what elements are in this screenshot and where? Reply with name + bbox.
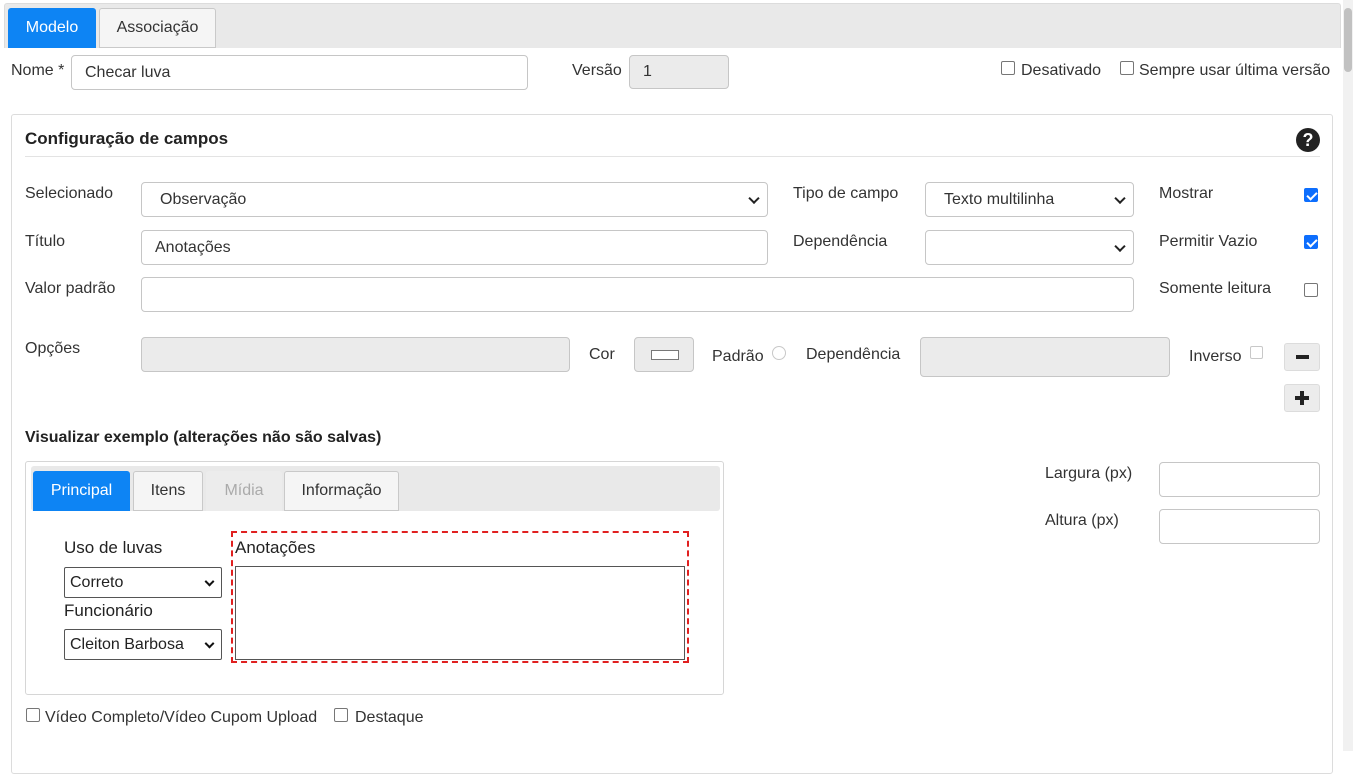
dependencia-select[interactable] [925,230,1134,265]
preview-tab-midia: Mídia [206,471,282,511]
funcionario-label: Funcionário [64,601,153,620]
page-scrollbar[interactable] [1343,0,1353,751]
add-option-button[interactable] [1284,384,1320,412]
video-checkbox[interactable] [26,708,40,722]
video-label: Vídeo Completo/Vídeo Cupom Upload [45,709,318,726]
largura-input[interactable] [1159,462,1320,497]
largura-label: Largura (px) [1045,465,1133,482]
funcionario-value: Cleiton Barbosa [70,635,184,653]
remove-option-button[interactable] [1284,343,1320,371]
tab-associacao[interactable]: Associação [99,8,216,48]
inverso-checkbox[interactable] [1250,346,1263,359]
funcionario-select[interactable]: Cleiton Barbosa [64,629,222,660]
chevron-down-icon [1114,240,1126,252]
opcoes-label: Opções [25,340,81,357]
permitir-vazio-label: Permitir Vazio [1159,233,1258,250]
destaque-label: Destaque [355,709,424,726]
titulo-label: Título [25,233,66,250]
dependencia-opcao-label: Dependência [806,346,901,363]
cor-picker[interactable] [634,337,694,372]
tab-modelo[interactable]: Modelo [8,8,96,48]
padrao-radio[interactable] [772,346,786,360]
valor-padrao-label: Valor padrão [25,280,116,297]
tipo-campo-value: Texto multilinha [944,190,1055,208]
somente-leitura-checkbox[interactable] [1304,283,1318,297]
somente-leitura-label: Somente leitura [1159,280,1272,297]
opcoes-input[interactable] [141,337,570,372]
selecionado-select[interactable]: Observação [141,182,768,217]
chevron-down-icon [204,638,215,649]
uso-luvas-value: Correto [70,573,124,591]
dependencia-label: Dependência [793,233,888,250]
altura-label: Altura (px) [1045,512,1119,529]
desativado-label: Desativado [1021,62,1102,79]
config-divider [25,156,1320,157]
uso-luvas-label: Uso de luvas [64,538,163,557]
sempre-ultima-versao-label: Sempre usar última versão [1139,62,1331,79]
versao-label: Versão [572,62,622,79]
anotacoes-textarea[interactable] [235,566,685,660]
titulo-input[interactable]: Anotações [141,230,768,265]
preview-tab-informacao[interactable]: Informação [284,471,399,511]
padrao-label: Padrão [712,348,764,365]
scrollbar-thumb[interactable] [1344,8,1352,72]
uso-luvas-select[interactable]: Correto [64,567,222,598]
selecionado-value: Observação [160,190,247,208]
altura-input[interactable] [1159,509,1320,544]
preview-tab-itens[interactable]: Itens [133,471,203,511]
selecionado-label: Selecionado [25,185,114,202]
valor-padrao-input[interactable] [141,277,1134,312]
inverso-label: Inverso [1189,348,1242,365]
help-icon[interactable]: ? [1296,128,1320,152]
color-swatch [651,350,679,360]
config-title: Configuração de campos [25,129,229,148]
desativado-checkbox[interactable] [1001,61,1015,75]
chevron-down-icon [204,576,215,587]
mostrar-label: Mostrar [1159,185,1214,202]
tipo-campo-select[interactable]: Texto multilinha [925,182,1134,217]
versao-input: 1 [629,55,729,89]
permitir-vazio-checkbox[interactable] [1304,235,1318,249]
tipo-campo-label: Tipo de campo [793,185,899,202]
cor-label: Cor [589,346,615,363]
chevron-down-icon [1114,192,1126,204]
dependencia-opcao-input[interactable] [920,337,1170,377]
destaque-checkbox[interactable] [334,708,348,722]
nome-label: Nome * [11,62,65,79]
nome-input[interactable]: Checar luva [71,55,528,90]
plus-icon [1295,391,1309,405]
sempre-ultima-versao-checkbox[interactable] [1120,61,1134,75]
preview-tab-principal[interactable]: Principal [33,471,130,511]
mostrar-checkbox[interactable] [1304,188,1318,202]
anotacoes-label: Anotações [235,538,316,557]
preview-title: Visualizar exemplo (alterações não são s… [25,429,382,446]
chevron-down-icon [748,192,760,204]
minus-icon [1295,355,1309,359]
